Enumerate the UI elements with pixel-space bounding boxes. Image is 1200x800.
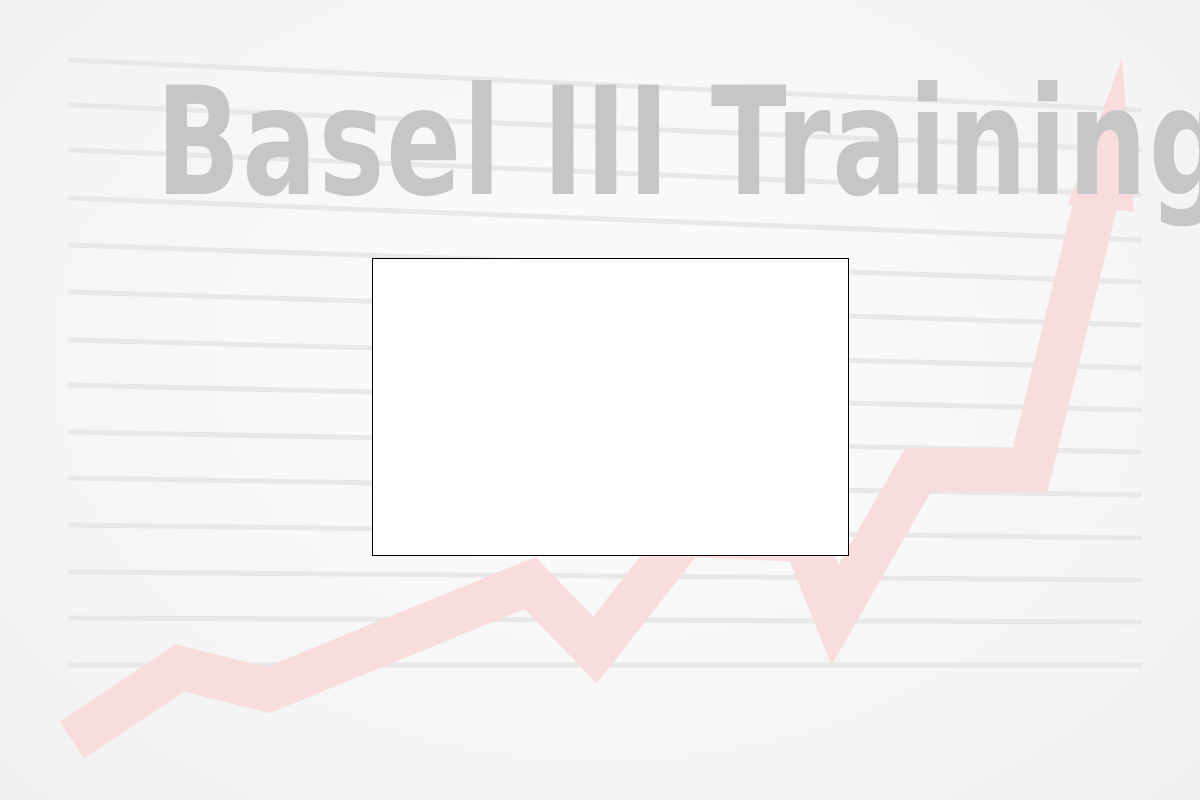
content-placeholder-frame (372, 258, 849, 556)
slide-title: Basel III Training (156, 56, 1200, 230)
slide-canvas: Basel III Training (0, 0, 1200, 800)
